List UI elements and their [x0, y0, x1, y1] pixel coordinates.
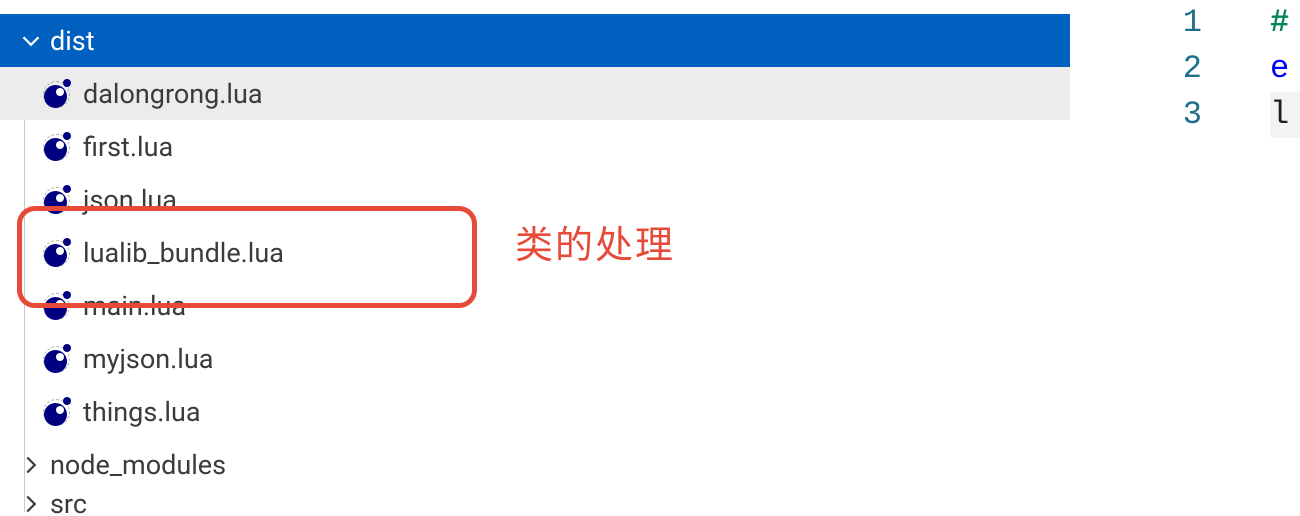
lua-icon	[42, 344, 71, 373]
folder-label: dist	[50, 25, 95, 57]
folder-node-modules[interactable]: node_modules	[0, 438, 1070, 491]
chevron-right-icon	[18, 491, 44, 516]
file-item[interactable]: dalongrong.lua	[0, 67, 1070, 120]
file-label: myjson.lua	[83, 343, 213, 375]
code-token: e	[1270, 50, 1289, 87]
folder-src[interactable]: src	[0, 491, 1070, 516]
lua-icon	[42, 185, 71, 214]
code-token: l	[1270, 96, 1289, 133]
annotation-text: 类的处理	[515, 214, 675, 269]
file-label: dalongrong.lua	[83, 78, 263, 110]
lua-icon	[42, 132, 71, 161]
lua-icon	[42, 397, 71, 426]
file-label: things.lua	[83, 396, 201, 428]
folder-label: src	[50, 491, 87, 516]
file-item[interactable]: first.lua	[0, 120, 1070, 173]
folder-label: node_modules	[50, 449, 226, 481]
file-item[interactable]: main.lua	[0, 279, 1070, 332]
file-item[interactable]: things.lua	[0, 385, 1070, 438]
file-label: first.lua	[83, 131, 173, 163]
file-item[interactable]: myjson.lua	[0, 332, 1070, 385]
line-number: 3	[1158, 92, 1214, 138]
lua-icon	[42, 238, 71, 267]
line-number: 1	[1158, 0, 1214, 46]
file-label: main.lua	[83, 290, 186, 322]
editor-content[interactable]: # e l	[1270, 0, 1300, 138]
folder-dist[interactable]: dist	[0, 14, 1070, 67]
chevron-down-icon	[18, 28, 44, 54]
lua-icon	[42, 291, 71, 320]
chevron-right-icon	[18, 452, 44, 478]
code-editor[interactable]: 1 2 3 # e l	[1158, 0, 1300, 165]
file-label: json.lua	[83, 184, 177, 216]
line-number: 2	[1158, 46, 1214, 92]
file-label: lualib_bundle.lua	[83, 237, 284, 269]
lua-icon	[42, 79, 71, 108]
code-token: #	[1270, 4, 1289, 41]
editor-gutter: 1 2 3	[1158, 0, 1214, 165]
